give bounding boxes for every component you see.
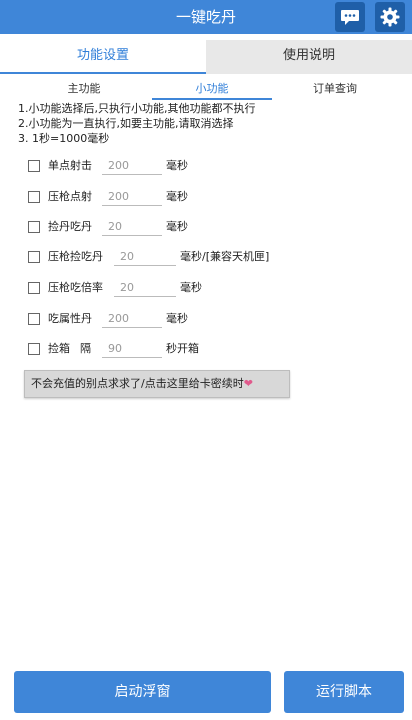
banner-text: 不会充值的别点求求了/点击这里给卡密续时 [31,377,244,390]
run-script-button[interactable]: 运行脚本 [284,671,404,713]
option-row-attribute-pill: 吃属性丹 200 毫秒 [28,308,398,330]
option-unit: 毫秒 [166,159,188,172]
option-row-recoil-pickup-pill: 压枪捡吃丹 20 毫秒/[兼容天机匣] [28,246,398,268]
single-shot-input[interactable]: 200 [102,156,162,175]
option-label: 压枪点射 [48,190,92,203]
info-line: 3. 1秒=1000毫秒 [18,132,110,145]
main-tabs: 功能设置 使用说明 [0,40,412,74]
tab-function-settings[interactable]: 功能设置 [0,40,206,74]
option-unit: 毫秒 [180,281,202,294]
option-row-pickup-box: 捡箱 隔 90 秒开箱 [28,338,398,360]
gear-icon [380,7,400,27]
recoil-multiplier-checkbox[interactable] [28,282,40,294]
option-row-recoil-burst: 压枪点射 200 毫秒 [28,186,398,208]
info-line: 1.小功能选择后,只执行小功能,其他功能都不执行 [18,102,256,115]
option-row-pickup-pill: 捡丹吃丹 20 毫秒 [28,216,398,238]
option-label: 压枪捡吃丹 [48,250,103,263]
option-unit: 毫秒 [166,220,188,233]
subtab-small-function[interactable]: 小功能 [152,80,272,100]
subtab-order-query[interactable]: 订单查询 [280,80,390,100]
option-row-single-shot: 单点射击 200 毫秒 [28,155,398,177]
option-label: 单点射击 [48,159,92,172]
attribute-pill-checkbox[interactable] [28,313,40,325]
option-unit: 毫秒 [166,190,188,203]
start-float-window-button[interactable]: 启动浮窗 [14,671,271,713]
single-shot-checkbox[interactable] [28,160,40,172]
settings-button[interactable] [375,2,405,32]
option-label: 压枪吃倍率 [48,281,103,294]
pickup-box-checkbox[interactable] [28,343,40,355]
recoil-burst-input[interactable]: 200 [102,187,162,206]
option-unit: 毫秒/[兼容天机匣] [180,250,270,263]
pickup-pill-input[interactable]: 20 [102,217,162,236]
option-label: 吃属性丹 [48,312,92,325]
option-label: 捡丹吃丹 [48,220,92,233]
option-unit: 秒开箱 [166,342,199,355]
pickup-box-input[interactable]: 90 [102,339,162,358]
recoil-pickup-pill-checkbox[interactable] [28,251,40,263]
tab-instructions[interactable]: 使用说明 [206,40,412,74]
option-label: 捡箱 [48,342,70,355]
recoil-pickup-pill-input[interactable]: 20 [114,247,176,266]
sub-tabs: 主功能 小功能 订单查询 [0,80,412,100]
recoil-burst-checkbox[interactable] [28,191,40,203]
title-bar: 一键吃丹 [0,0,412,34]
info-text: 1.小功能选择后,只执行小功能,其他功能都不执行 2.小功能为一直执行,如要主功… [18,101,398,146]
heart-icon: ❤ [243,377,253,390]
subtab-main-function[interactable]: 主功能 [30,80,138,100]
renew-banner-button[interactable]: 不会充值的别点求求了/点击这里给卡密续时❤ [24,370,290,398]
pickup-pill-checkbox[interactable] [28,221,40,233]
recoil-multiplier-input[interactable]: 20 [114,278,176,297]
chat-icon [341,10,359,25]
chat-button[interactable] [335,2,365,32]
option-label-extra: 隔 [80,342,91,355]
option-row-recoil-multiplier: 压枪吃倍率 20 毫秒 [28,277,398,299]
option-unit: 毫秒 [166,312,188,325]
attribute-pill-input[interactable]: 200 [102,309,162,328]
info-line: 2.小功能为一直执行,如要主功能,请取消选择 [18,117,234,130]
